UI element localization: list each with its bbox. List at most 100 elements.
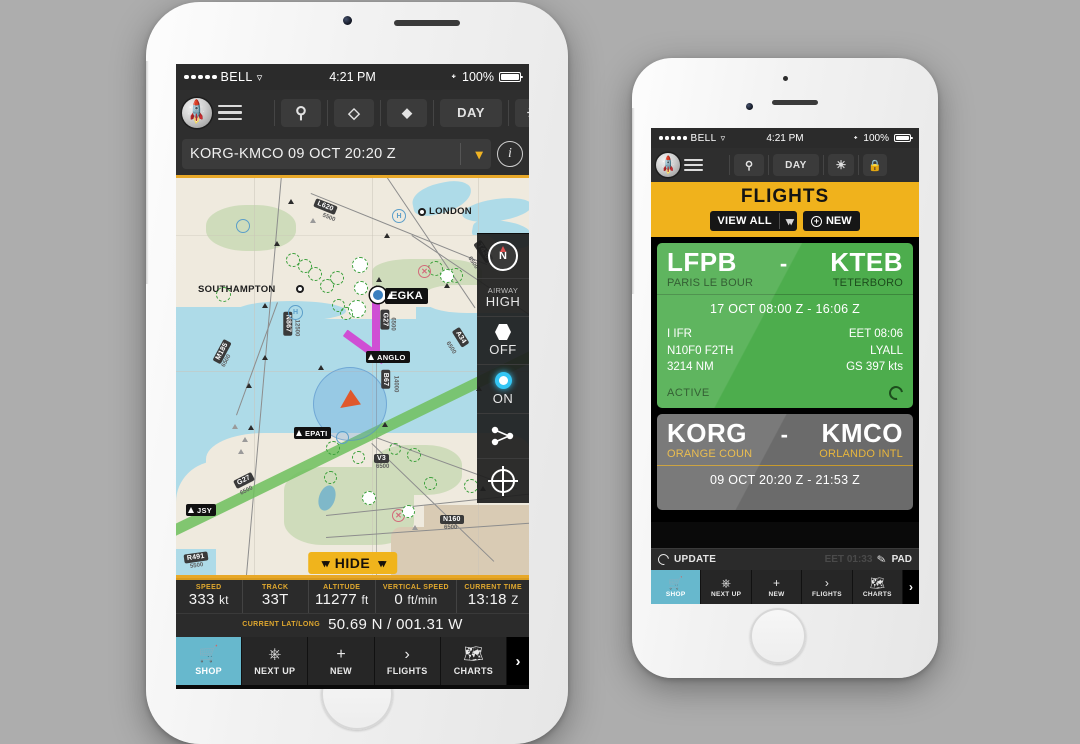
lock-icon[interactable]: 🔒 (863, 154, 887, 176)
detail-right: GS 397 kts (846, 361, 903, 374)
destination-icao: KTEB (830, 247, 903, 277)
pad-label[interactable]: PAD (892, 554, 912, 565)
card-times: 17 OCT 08:00 Z - 16:06 Z (709, 302, 861, 316)
tab-shop[interactable]: 🛒 SHOP (651, 570, 702, 604)
map-view[interactable]: EGKA ANGLO EPATI JSY L620 5500 N867 1250… (176, 175, 529, 578)
airway-label: V3 (374, 454, 389, 463)
detail-right: EET 08:06 (848, 328, 903, 340)
pencil-icon[interactable]: ✎ (876, 552, 888, 566)
tab-more-button[interactable]: › (903, 570, 919, 604)
map-icon: 🗺 (463, 645, 484, 663)
tab-label: SHOP (195, 665, 222, 676)
tab-new[interactable]: + NEW (751, 570, 803, 604)
weather-toggle-button[interactable]: OFF (477, 317, 529, 365)
tab-charts[interactable]: 🗺 CHARTS (440, 637, 508, 685)
layers-icon[interactable]: ◇ (334, 98, 374, 127)
ambient-sensor (783, 76, 788, 81)
detail-row: N10F0 F2TH LYALL (667, 343, 903, 360)
tab-label: NEW (768, 590, 785, 598)
new-flight-button[interactable]: + NEW (802, 211, 860, 231)
route-value: KORG-KMCO 09 OCT 20:20 Z (190, 146, 396, 162)
card-route: LFPB - KTEB (657, 243, 913, 277)
view-all-dropdown[interactable]: VIEW ALL ▾▾ (710, 211, 797, 231)
origin-icao: LFPB (667, 247, 737, 277)
waypoint-label-egka[interactable]: EGKA (385, 288, 428, 304)
data-cell-vertical-speed: VERTICAL SPEED 0 ft/min (376, 580, 458, 613)
crosshair-icon (491, 469, 515, 493)
data-label: ALTITUDE (323, 584, 361, 591)
sun-icon[interactable]: ☀ (828, 154, 854, 176)
update-right-group: EET 01:33 ✎ PAD (825, 553, 912, 566)
screen-right: BELL ▿ 4:21 PM ᛭ 100% 🚀 ⚲ DAY ☀ 🔒 FLIGHT… (651, 128, 919, 604)
tab-more-button[interactable]: › (507, 637, 529, 685)
divider (460, 143, 461, 165)
chevron-down-icon[interactable]: ▾ (476, 146, 483, 163)
center-map-button[interactable] (477, 459, 529, 503)
tab-next-up[interactable]: ⎈ NEXT UP (701, 570, 752, 604)
compass-icon: N (488, 241, 518, 271)
card-airport-names: PARIS LE BOUR TETERBORO (657, 277, 913, 294)
hamburger-icon[interactable] (218, 104, 242, 122)
battery-icon (894, 134, 913, 142)
destination-name: TETERBORO (832, 277, 903, 289)
flight-list: LFPB - KTEB PARIS LE BOUR TETERBORO 17 O… (651, 237, 919, 523)
detail-left: I IFR (667, 328, 692, 340)
latlong-value: 50.69 N / 001.31 W (328, 616, 463, 633)
route-input[interactable]: KORG-KMCO 09 OCT 20:20 Z ▾ (182, 139, 491, 169)
tab-new[interactable]: + NEW (308, 637, 375, 685)
flight-card-lfpb-kteb[interactable]: LFPB - KTEB PARIS LE BOUR TETERBORO 17 O… (657, 243, 913, 409)
terrain-icon[interactable]: ◆ (387, 98, 427, 127)
route-bar: KORG-KMCO 09 OCT 20:20 Z ▾ i (176, 135, 529, 175)
tab-label: CHARTS (862, 590, 892, 598)
waypoint-label-anglo[interactable]: ANGLO (366, 351, 410, 363)
day-mode-button[interactable]: DAY (773, 154, 819, 176)
status-time: 4:21 PM (766, 132, 804, 144)
home-button[interactable] (750, 608, 806, 664)
refresh-icon[interactable] (886, 383, 906, 403)
info-icon[interactable]: i (497, 141, 523, 167)
sun-icon[interactable]: ☀ (515, 98, 529, 127)
data-value: 11277 ft (314, 591, 369, 608)
flights-controls: VIEW ALL ▾▾ + NEW (651, 211, 919, 231)
compass-button[interactable]: N (477, 234, 529, 279)
earpiece-speaker (772, 100, 818, 105)
traffic-toggle-button[interactable]: ON (477, 365, 529, 414)
page-title: FLIGHTS (740, 186, 830, 207)
app-toolbar-left: 🚀 ⚲ ◇ ◆ DAY ☀ (176, 90, 529, 135)
tab-flights[interactable]: › FLIGHTS (374, 637, 441, 685)
share-route-button[interactable] (477, 414, 529, 459)
waypoint-label-jsy[interactable]: JSY (186, 504, 217, 516)
chevron-double-down-icon: ▾▾ (378, 557, 386, 570)
latlong-label: CURRENT LAT/LONG (242, 621, 321, 628)
search-icon[interactable]: ⚲ (734, 154, 764, 176)
flights-header: FLIGHTS VIEW ALL ▾▾ + NEW (651, 182, 919, 237)
tab-next-up[interactable]: ⎈ NEXT UP (242, 637, 309, 685)
data-value: 0 ft/min (394, 591, 438, 608)
rocket-icon[interactable]: 🚀 (656, 153, 680, 177)
power-icon: ⎈ (268, 645, 282, 663)
tab-charts[interactable]: 🗺 CHARTS (852, 570, 904, 604)
flight-data-bar: SPEED 333 kt TRACK 33T ALTITUDE 11277 ft… (176, 578, 529, 637)
airway-label: B67 (381, 369, 391, 390)
flight-card-korg-kmco[interactable]: KORG - KMCO ORANGE COUN ORLANDO INTL 09 … (657, 414, 913, 511)
city-label-southampton: SOUTHAMPTON (198, 284, 276, 295)
chevron-double-down-icon: ▾▾ (321, 557, 330, 570)
data-value: 33T (261, 591, 289, 608)
share-route-icon (491, 426, 514, 446)
tab-flights[interactable]: › FLIGHTS (802, 570, 853, 604)
airway-filter-button[interactable]: AIRWAY HIGH (477, 279, 529, 317)
tab-label: NEXT UP (710, 590, 742, 598)
card-details: I IFR EET 08:06 N10F0 F2TH LYALL 3214 NM… (657, 323, 913, 376)
hamburger-icon[interactable] (684, 158, 703, 172)
update-button[interactable]: UPDATE (655, 551, 716, 568)
day-mode-button[interactable]: DAY (440, 98, 502, 127)
map-control-strip: N AIRWAY HIGH OFF ON (477, 233, 529, 503)
waypoint-label-epati[interactable]: EPATI (294, 427, 332, 439)
card-times: 09 OCT 20:20 Z - 21:53 Z (709, 473, 861, 488)
data-cell-altitude: ALTITUDE 11277 ft (309, 580, 376, 613)
tab-shop[interactable]: 🛒 SHOP (176, 637, 243, 685)
hide-button[interactable]: ▾▾ HIDE ▾▾ (307, 552, 398, 574)
route-icon: › (404, 645, 410, 663)
rocket-icon[interactable]: 🚀 (182, 97, 212, 128)
search-icon[interactable]: ⚲ (281, 98, 321, 127)
